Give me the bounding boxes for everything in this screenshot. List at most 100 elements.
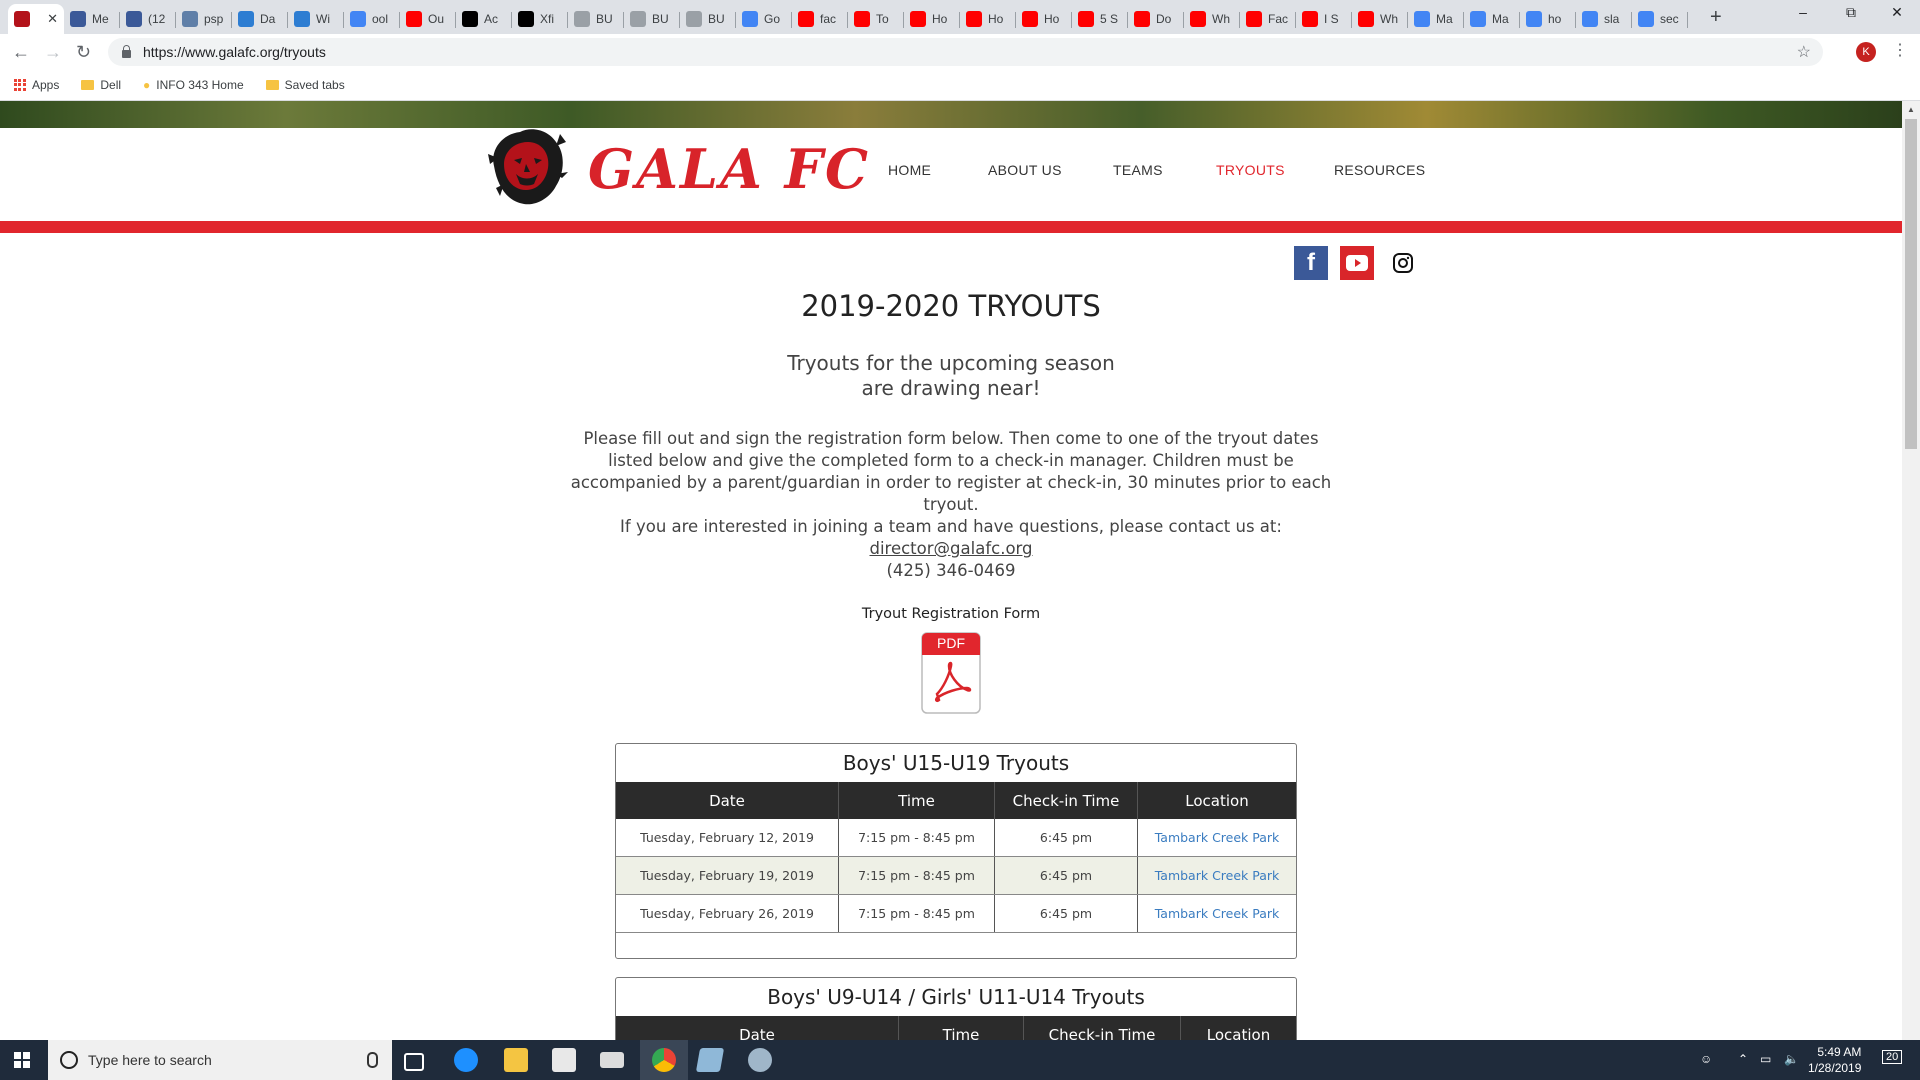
bookmark-star-icon[interactable]: ☆: [1797, 42, 1811, 62]
clock[interactable]: 5:49 AM 1/28/2019: [1808, 1044, 1861, 1076]
browser-tab[interactable]: Xfi: [512, 4, 568, 34]
back-icon[interactable]: ←: [12, 42, 30, 63]
browser-tab[interactable]: Ho: [960, 4, 1016, 34]
brand-name[interactable]: GALA FC: [588, 137, 870, 201]
bookmark-info343[interactable]: ● INFO 343 Home: [143, 78, 244, 92]
browser-tab[interactable]: Ma: [1408, 4, 1464, 34]
browser-menu-icon[interactable]: ⋮: [1892, 40, 1908, 60]
tab-title: Ho: [932, 12, 948, 26]
browser-tab[interactable]: Wh: [1184, 4, 1240, 34]
browser-tab[interactable]: Ac: [456, 4, 512, 34]
location-link[interactable]: Tambark Creek Park: [1137, 856, 1296, 895]
volume-icon[interactable]: 🔈: [1784, 1052, 1799, 1066]
browser-tab[interactable]: ✕: [8, 4, 64, 34]
browser-tab[interactable]: Ho: [1016, 4, 1072, 34]
document-icon: [630, 11, 646, 27]
subtitle-line-1: Tryouts for the upcoming season: [787, 351, 1115, 375]
column-header-location: Location: [1180, 1016, 1296, 1040]
youtube-icon: [1190, 11, 1206, 27]
bookmark-apps[interactable]: Apps: [14, 78, 59, 92]
tab-title: Do: [1156, 12, 1172, 26]
paint-icon[interactable]: [748, 1048, 772, 1072]
facebook-icon: [70, 11, 86, 27]
lion-logo-icon[interactable]: [486, 124, 568, 208]
site-header: [0, 128, 1902, 221]
browser-tab[interactable]: psp: [176, 4, 232, 34]
browser-tab[interactable]: ool: [344, 4, 400, 34]
google-icon: [1414, 11, 1430, 27]
close-window-button[interactable]: ✕: [1874, 4, 1920, 21]
notifications-icon[interactable]: 20: [1882, 1050, 1903, 1064]
task-view-icon[interactable]: [404, 1053, 424, 1071]
cell-date: Tuesday, February 19, 2019: [616, 856, 839, 895]
browser-tab[interactable]: Wh: [1352, 4, 1408, 34]
browser-tab[interactable]: Ma: [1464, 4, 1520, 34]
minimize-button[interactable]: –: [1780, 4, 1826, 20]
file-explorer-icon[interactable]: [504, 1048, 528, 1072]
microphone-icon[interactable]: [367, 1052, 378, 1068]
browser-tab[interactable]: BU: [680, 4, 736, 34]
browser-tab[interactable]: Wi: [288, 4, 344, 34]
google-icon: [1470, 11, 1486, 27]
browser-tab[interactable]: Me: [64, 4, 120, 34]
browser-tab[interactable]: (12: [120, 4, 176, 34]
browser-tab[interactable]: sla: [1576, 4, 1632, 34]
apps-grid-icon: [14, 79, 26, 91]
cell-checkin: 6:45 pm: [994, 819, 1138, 857]
edge-icon[interactable]: [454, 1048, 478, 1072]
url-text[interactable]: https://www.galafc.org/tryouts: [143, 44, 326, 60]
cortana-icon: [60, 1051, 78, 1069]
browser-tab[interactable]: Fac: [1240, 4, 1296, 34]
people-icon[interactable]: ☺: [1700, 1052, 1712, 1066]
facebook-icon[interactable]: f: [1294, 246, 1328, 280]
youtube-icon[interactable]: [1340, 246, 1374, 280]
browser-tab[interactable]: Ho: [904, 4, 960, 34]
email-link[interactable]: director@galafc.org: [566, 538, 1336, 560]
pdf-download-icon[interactable]: PDF: [921, 632, 981, 714]
windows-start-icon[interactable]: [14, 1052, 30, 1068]
mail-icon[interactable]: [600, 1052, 624, 1068]
browser-tab[interactable]: ho: [1520, 4, 1576, 34]
browser-tab[interactable]: Go: [736, 4, 792, 34]
browser-tab[interactable]: Do: [1128, 4, 1184, 34]
browser-tab[interactable]: Da: [232, 4, 288, 34]
bookmark-saved-tabs[interactable]: Saved tabs: [265, 78, 345, 92]
tray-chevron-icon[interactable]: ⌃: [1738, 1052, 1748, 1066]
notepad-icon[interactable]: [695, 1048, 725, 1072]
nav-about-us[interactable]: ABOUT US: [988, 162, 1062, 178]
new-tab-button[interactable]: +: [1710, 6, 1722, 29]
browser-tab[interactable]: 5 S: [1072, 4, 1128, 34]
browser-tab[interactable]: fac: [792, 4, 848, 34]
reload-icon[interactable]: ↻: [76, 42, 91, 63]
bookmark-dell[interactable]: Dell: [81, 78, 121, 92]
location-link[interactable]: Tambark Creek Park: [1137, 819, 1296, 857]
nav-home[interactable]: HOME: [888, 162, 931, 178]
taskbar-search[interactable]: Type here to search: [48, 1040, 392, 1080]
browser-tab[interactable]: BU: [568, 4, 624, 34]
forward-icon[interactable]: →: [44, 42, 62, 63]
browser-tab[interactable]: BU: [624, 4, 680, 34]
close-tab-icon[interactable]: ✕: [47, 11, 58, 27]
lock-icon: [122, 45, 131, 58]
scrollbar-thumb[interactable]: [1905, 119, 1917, 449]
scroll-up-arrow-icon[interactable]: ▲: [1907, 105, 1915, 114]
instagram-icon[interactable]: [1386, 246, 1420, 280]
youtube-icon: [406, 11, 422, 27]
store-icon[interactable]: [552, 1048, 576, 1072]
location-link[interactable]: Tambark Creek Park: [1137, 894, 1296, 933]
cell-time: 7:15 pm - 8:45 pm: [838, 856, 995, 895]
nav-tryouts[interactable]: TRYOUTS: [1216, 162, 1285, 178]
browser-tab[interactable]: I S: [1296, 4, 1352, 34]
browser-tab[interactable]: To: [848, 4, 904, 34]
maximize-button[interactable]: ⧉: [1828, 4, 1874, 21]
profile-avatar[interactable]: K: [1856, 42, 1876, 62]
network-icon[interactable]: ▭: [1760, 1052, 1771, 1066]
browser-tab[interactable]: Ou: [400, 4, 456, 34]
browser-tab[interactable]: sec: [1632, 4, 1688, 34]
tryout-schedule-table: Date Time Check-in Time Location Tuesday…: [616, 782, 1296, 933]
chrome-icon[interactable]: [652, 1048, 676, 1072]
nav-teams[interactable]: TEAMS: [1113, 162, 1163, 178]
nav-resources[interactable]: RESOURCES: [1334, 162, 1425, 178]
page-scrollbar[interactable]: ▲: [1902, 101, 1920, 1040]
address-bar[interactable]: https://www.galafc.org/tryouts ☆: [108, 38, 1823, 66]
